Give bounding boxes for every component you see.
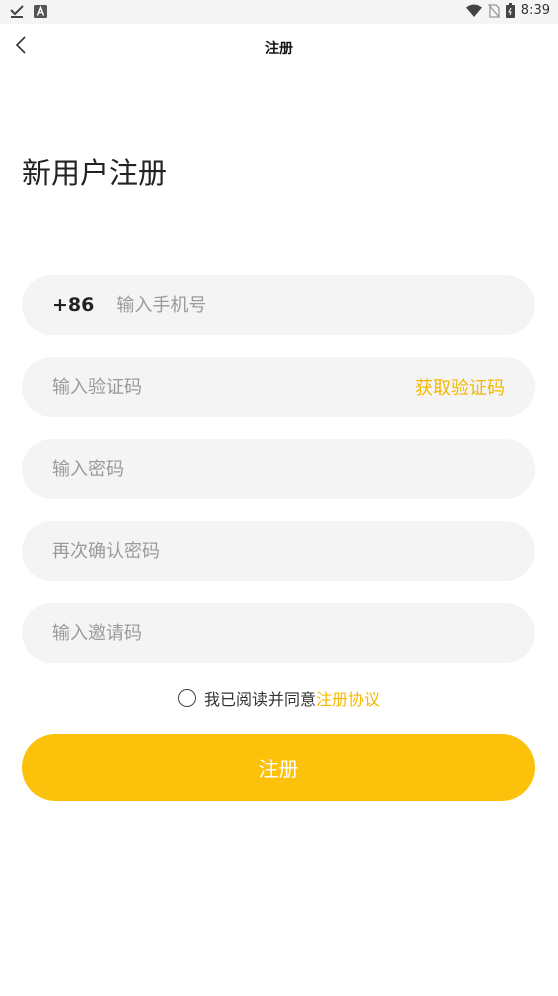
password-field bbox=[22, 439, 535, 499]
country-code[interactable]: +86 bbox=[52, 294, 94, 316]
agreement-row: 我已阅读并同意 注册协议 bbox=[0, 686, 558, 710]
a-notification-icon bbox=[34, 4, 47, 18]
app-bar: 注册 bbox=[0, 24, 558, 74]
code-field: 获取验证码 bbox=[22, 357, 535, 417]
code-input[interactable] bbox=[52, 376, 415, 398]
phone-input[interactable] bbox=[116, 294, 505, 316]
wifi-icon bbox=[465, 4, 482, 18]
phone-field: +86 bbox=[22, 275, 535, 335]
password-input[interactable] bbox=[52, 458, 505, 480]
agreement-checkbox[interactable] bbox=[177, 689, 196, 707]
agreement-text: 我已阅读并同意 bbox=[203, 690, 316, 709]
confirm-password-field bbox=[22, 521, 535, 581]
invite-code-input[interactable] bbox=[52, 622, 505, 644]
status-right: 8:39 bbox=[465, 3, 550, 18]
status-time: 8:39 bbox=[520, 3, 550, 18]
confirm-password-input[interactable] bbox=[52, 540, 505, 562]
battery-icon bbox=[505, 3, 515, 18]
invite-code-field bbox=[22, 603, 535, 663]
agreement-link[interactable]: 注册协议 bbox=[316, 686, 380, 710]
get-code-button[interactable]: 获取验证码 bbox=[415, 374, 505, 400]
page-title: 注册 bbox=[265, 41, 293, 57]
status-left bbox=[10, 4, 47, 18]
register-button[interactable]: 注册 bbox=[22, 734, 535, 801]
register-heading: 新用户注册 bbox=[22, 156, 168, 190]
check-download-icon bbox=[10, 4, 24, 18]
status-bar: 8:39 bbox=[0, 0, 558, 24]
no-sim-icon bbox=[487, 3, 500, 18]
